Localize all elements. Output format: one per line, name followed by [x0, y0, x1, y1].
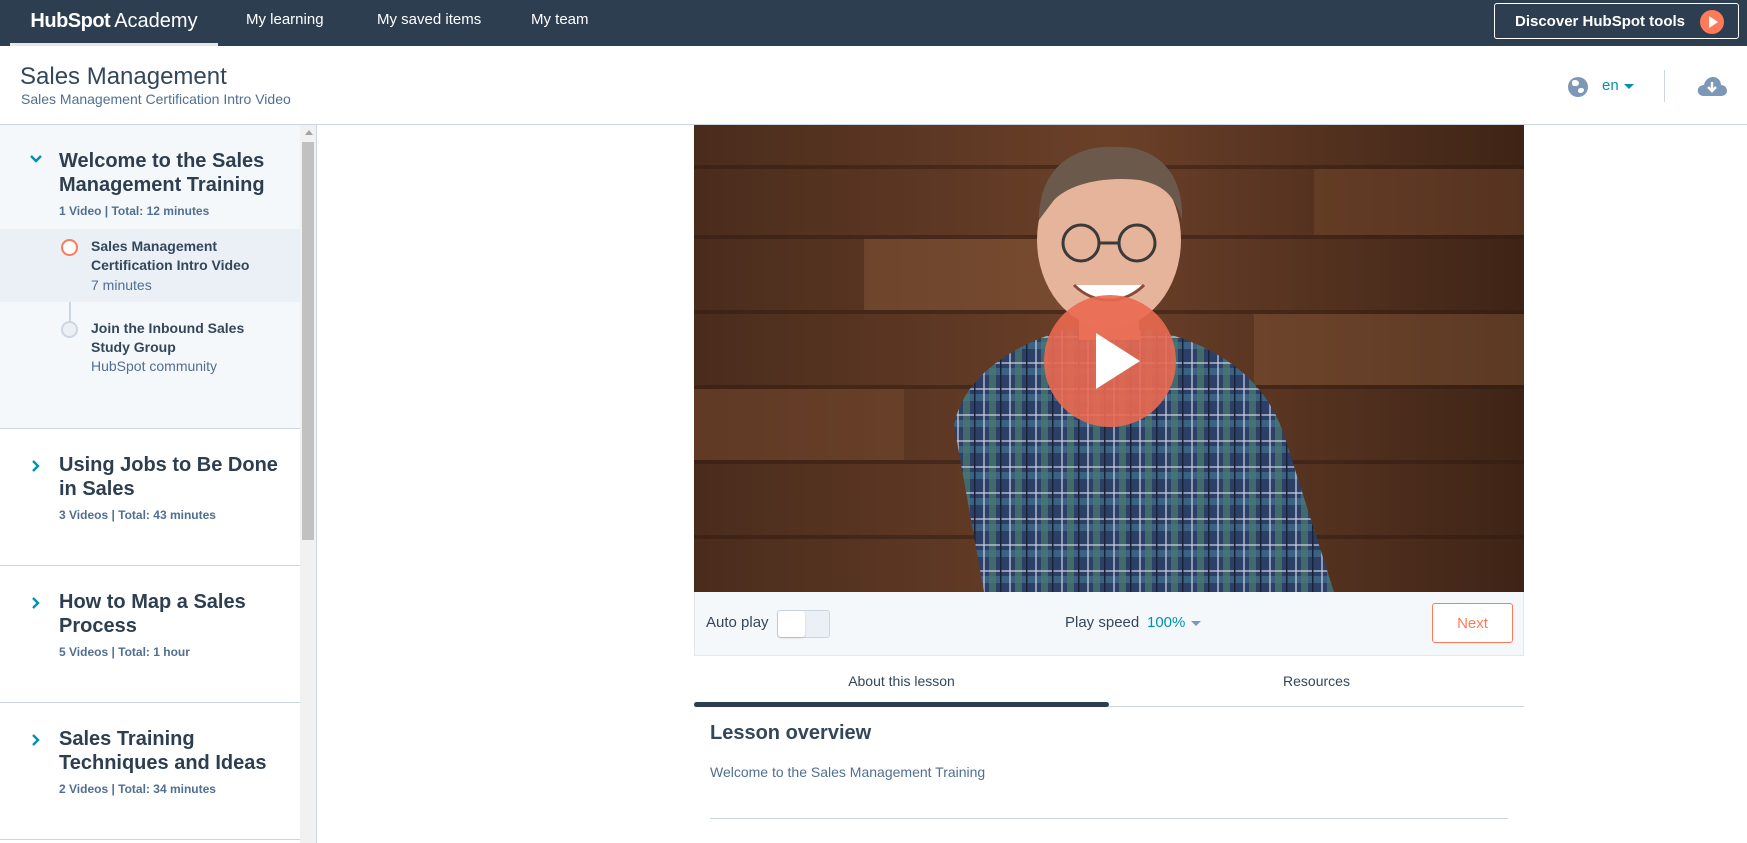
- lesson-tabs: About this lesson Resources: [694, 660, 1524, 707]
- play-speed-label: Play speed: [1065, 614, 1140, 631]
- lesson-title: Join the Inbound Sales Study Group: [91, 320, 245, 355]
- wood-plank-highlight: [1314, 169, 1524, 235]
- section-title: How to Map a Sales Process: [59, 591, 246, 637]
- scrollbar-thumb[interactable]: [302, 142, 314, 540]
- nav-my-learning[interactable]: My learning: [246, 0, 324, 42]
- progress-circle-icon: [61, 239, 78, 256]
- toggle-knob: [778, 611, 805, 637]
- lesson-meta: 7 minutes: [91, 277, 152, 293]
- hubspot-academy-logo[interactable]: HubSpot Academy: [10, 0, 218, 46]
- play-speed-value: 100%: [1147, 614, 1186, 631]
- section-title: Sales Training Techniques and Ideas: [59, 728, 267, 774]
- globe-icon: [1568, 77, 1588, 97]
- wood-plank-highlight: [1254, 314, 1524, 385]
- discover-tools-button[interactable]: Discover HubSpot tools: [1494, 3, 1739, 39]
- play-speed-select[interactable]: 100%: [1147, 614, 1202, 631]
- course-subtitle: Sales Management Certification Intro Vid…: [21, 91, 291, 107]
- sidebar-scrollbar[interactable]: [300, 125, 316, 843]
- lesson-meta: HubSpot community: [91, 358, 218, 374]
- section-meta: 2 Videos | Total: 34 minutes: [59, 782, 216, 796]
- overview-divider: [710, 818, 1508, 819]
- section-title: Welcome to the Sales Management Training: [59, 150, 265, 196]
- sidebar-section-training-techniques[interactable]: Sales Training Techniques and Ideas 2 Vi…: [0, 703, 300, 840]
- lesson-title: Sales Management Certification Intro Vid…: [91, 238, 250, 273]
- video-play-button[interactable]: [1044, 295, 1176, 427]
- progress-circle-icon: [61, 321, 78, 338]
- tab-resources[interactable]: Resources: [1109, 660, 1524, 706]
- wood-plank-highlight: [694, 389, 904, 460]
- course-sidebar: Welcome to the Sales Management Training…: [0, 125, 317, 843]
- chevron-down-icon: [30, 155, 42, 163]
- caret-down-icon: [1191, 620, 1202, 626]
- section-meta: 3 Videos | Total: 43 minutes: [59, 508, 216, 522]
- section-title: Using Jobs to Be Done in Sales: [59, 454, 278, 500]
- language-value: en: [1602, 77, 1619, 94]
- chevron-right-icon: [32, 597, 40, 609]
- section-meta: 1 Video | Total: 12 minutes: [59, 204, 210, 218]
- next-button[interactable]: Next: [1432, 603, 1513, 643]
- sidebar-section-sales-process[interactable]: How to Map a Sales Process 5 Videos | To…: [0, 566, 300, 703]
- lesson-item-study-group[interactable]: Join the Inbound Sales Study Group HubSp…: [0, 311, 300, 397]
- autoplay-label: Auto play: [706, 614, 769, 631]
- course-header: Sales Management Sales Management Certif…: [0, 46, 1747, 125]
- cloud-download-icon[interactable]: [1697, 76, 1727, 98]
- section-meta: 5 Videos | Total: 1 hour: [59, 645, 190, 659]
- lesson-item-intro-video[interactable]: Sales Management Certification Intro Vid…: [0, 229, 300, 302]
- chevron-right-icon: [32, 460, 40, 472]
- discover-tools-label: Discover HubSpot tools: [1515, 12, 1686, 30]
- scroll-up-arrow-icon[interactable]: [305, 130, 313, 135]
- autoplay-toggle[interactable]: [777, 610, 830, 638]
- course-title: Sales Management: [20, 63, 227, 90]
- sidebar-section-welcome[interactable]: Welcome to the Sales Management Training…: [0, 125, 300, 429]
- chevron-right-icon: [32, 734, 40, 746]
- lesson-overview-text: Welcome to the Sales Management Training: [710, 764, 986, 780]
- language-select[interactable]: en: [1602, 77, 1634, 94]
- play-circle-icon: [1700, 10, 1724, 34]
- nav-my-team[interactable]: My team: [531, 0, 589, 42]
- nav-my-saved-items[interactable]: My saved items: [377, 0, 481, 42]
- caret-down-icon: [1623, 83, 1634, 89]
- lesson-overview-title: Lesson overview: [710, 722, 872, 744]
- logo-sub: Academy: [114, 10, 198, 32]
- player-controls: Auto play Play speed 100% Next: [694, 592, 1524, 656]
- sidebar-section-jobs-to-be-done[interactable]: Using Jobs to Be Done in Sales 3 Videos …: [0, 429, 300, 566]
- logo-brand: HubSpot: [30, 10, 111, 32]
- header-divider: [1664, 70, 1665, 102]
- tab-about-this-lesson[interactable]: About this lesson: [694, 660, 1109, 707]
- top-nav: HubSpot Academy My learning My saved ite…: [0, 0, 1747, 46]
